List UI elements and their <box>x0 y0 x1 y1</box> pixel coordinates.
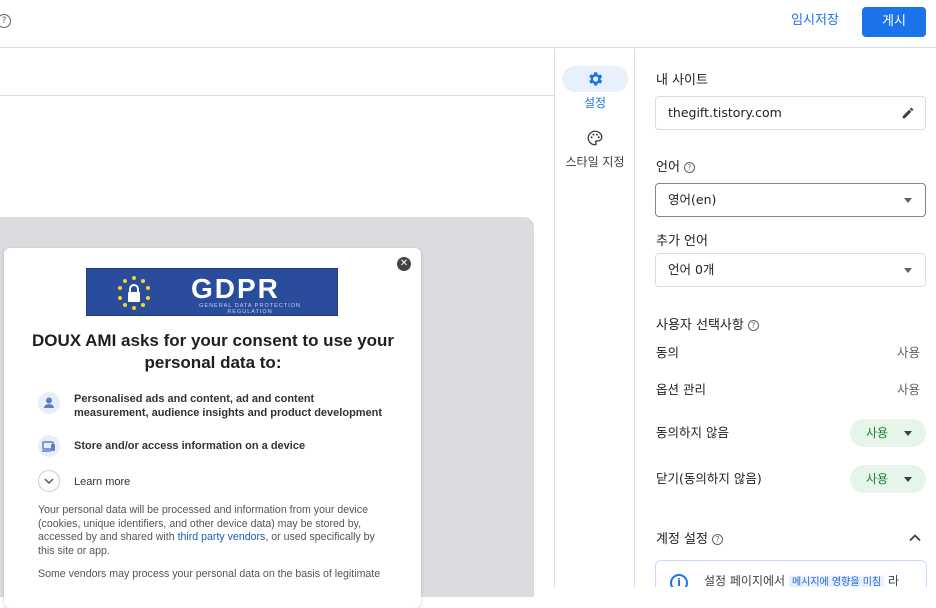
gear-icon <box>589 72 603 86</box>
dropdown-arrow-icon <box>904 198 912 203</box>
settings-panel: 내 사이트 thegift.tistory.com 언어? 영어(en) 추가 … <box>636 49 936 587</box>
user-choices-label: 사용자 선택사항? <box>656 314 759 333</box>
publish-button[interactable]: 게시 <box>862 7 926 37</box>
devices-icon <box>38 435 60 457</box>
pref-row-disagree: 동의하지 않음 사용 <box>656 419 926 447</box>
extra-language-select[interactable]: 언어 0개 <box>655 253 926 287</box>
pref-row-close-disagree: 닫기(동의하지 않음) 사용 <box>656 465 926 493</box>
gdpr-logo-text: GDPR <box>191 273 280 304</box>
consent-dialog: ✕ GDPR GENERAL DATA PROTECTION REGULATIO… <box>4 248 421 608</box>
pref-chip-select[interactable]: 사용 <box>850 465 926 493</box>
rail-settings-label: 설정 <box>583 96 607 110</box>
edit-pencil-icon[interactable] <box>901 106 915 120</box>
eu-stars-lock-icon <box>118 276 150 310</box>
purpose-text: Personalised ads and content, ad and con… <box>74 393 383 419</box>
consent-paragraph: Your personal data will be processed and… <box>38 504 388 558</box>
extra-language-value: 언어 0개 <box>668 262 715 277</box>
gdpr-logo: GDPR GENERAL DATA PROTECTION REGULATION <box>86 268 338 316</box>
learn-more-toggle[interactable]: Learn more <box>38 470 398 494</box>
notice-text: 설정 페이지에서 메시지에 영향을 미침 라 <box>704 572 899 587</box>
dropdown-arrow-icon <box>904 268 912 273</box>
preview-panel: ✕ GDPR GENERAL DATA PROTECTION REGULATIO… <box>0 49 555 608</box>
nav-rail: 설정 스타일 지정 <box>555 49 635 587</box>
settings-pill[interactable] <box>562 66 628 92</box>
close-icon[interactable]: ✕ <box>397 257 411 271</box>
style-pill[interactable] <box>562 125 628 151</box>
chevron-down-icon[interactable] <box>38 470 60 492</box>
rail-item-settings[interactable]: 설정 <box>555 66 635 111</box>
top-bar: ? 임시저장 게시 <box>0 0 936 48</box>
notice-chip: 메시지에 영향을 미침 <box>788 576 885 587</box>
consent-title: DOUX AMI asks for your consent to use yo… <box>31 331 395 372</box>
purpose-item: Personalised ads and content, ad and con… <box>38 392 398 420</box>
info-icon: i <box>670 574 688 587</box>
save-draft-button[interactable]: 임시저장 <box>776 7 854 35</box>
pref-chip-value: 사용 <box>866 472 889 486</box>
purpose-text: Store and/or access information on a dev… <box>74 440 306 452</box>
account-settings-label-text: 계정 설정 <box>656 532 708 547</box>
learn-more-label: Learn more <box>74 476 131 488</box>
notice-text-before: 설정 페이지에서 <box>704 574 786 587</box>
help-circle-icon[interactable]: ? <box>0 14 11 28</box>
chevron-up-icon[interactable] <box>907 530 923 546</box>
rail-item-style[interactable]: 스타일 지정 <box>555 125 635 170</box>
language-select[interactable]: 영어(en) <box>655 183 926 217</box>
consent-paragraph: Some vendors may process your personal d… <box>38 568 381 580</box>
preview-divider <box>0 95 555 96</box>
person-icon <box>38 392 60 414</box>
palette-icon <box>587 130 603 146</box>
pref-chip-select[interactable]: 사용 <box>850 419 926 447</box>
rail-style-label: 스타일 지정 <box>565 155 625 169</box>
my-site-field[interactable]: thegift.tistory.com <box>655 96 926 130</box>
user-choices-label-text: 사용자 선택사항 <box>656 318 744 333</box>
pref-label: 동의 <box>656 345 680 360</box>
help-circle-icon[interactable]: ? <box>683 162 695 173</box>
pref-row-manage-options: 옵션 관리 사용 <box>656 376 926 404</box>
pref-row-agree: 동의 사용 <box>656 339 926 367</box>
third-party-vendors-link[interactable]: third party vendors <box>178 531 266 543</box>
dropdown-arrow-icon <box>904 431 912 436</box>
pref-label: 닫기(동의하지 않음) <box>656 471 762 486</box>
notice-text-after: 라 <box>887 574 899 587</box>
pref-value: 사용 <box>896 382 920 397</box>
dropdown-arrow-icon <box>904 477 912 482</box>
pref-label: 동의하지 않음 <box>656 425 729 440</box>
pref-value: 사용 <box>896 345 920 360</box>
extra-language-label: 추가 언어 <box>656 234 708 249</box>
gdpr-logo-subtitle: GENERAL DATA PROTECTION REGULATION <box>199 303 301 315</box>
language-label: 언어? <box>656 156 695 175</box>
language-value: 영어(en) <box>668 192 717 207</box>
purpose-item: Store and/or access information on a dev… <box>38 435 398 459</box>
my-site-value: thegift.tistory.com <box>668 105 782 120</box>
my-site-label: 내 사이트 <box>656 73 708 88</box>
info-notice: i 설정 페이지에서 메시지에 영향을 미침 라 <box>655 560 927 587</box>
help-circle-icon[interactable]: ? <box>711 534 723 545</box>
pref-chip-value: 사용 <box>866 426 889 440</box>
language-label-text: 언어 <box>656 160 680 175</box>
account-settings-label: 계정 설정? <box>656 528 723 547</box>
pref-label: 옵션 관리 <box>656 382 706 397</box>
help-circle-icon[interactable]: ? <box>747 320 759 331</box>
